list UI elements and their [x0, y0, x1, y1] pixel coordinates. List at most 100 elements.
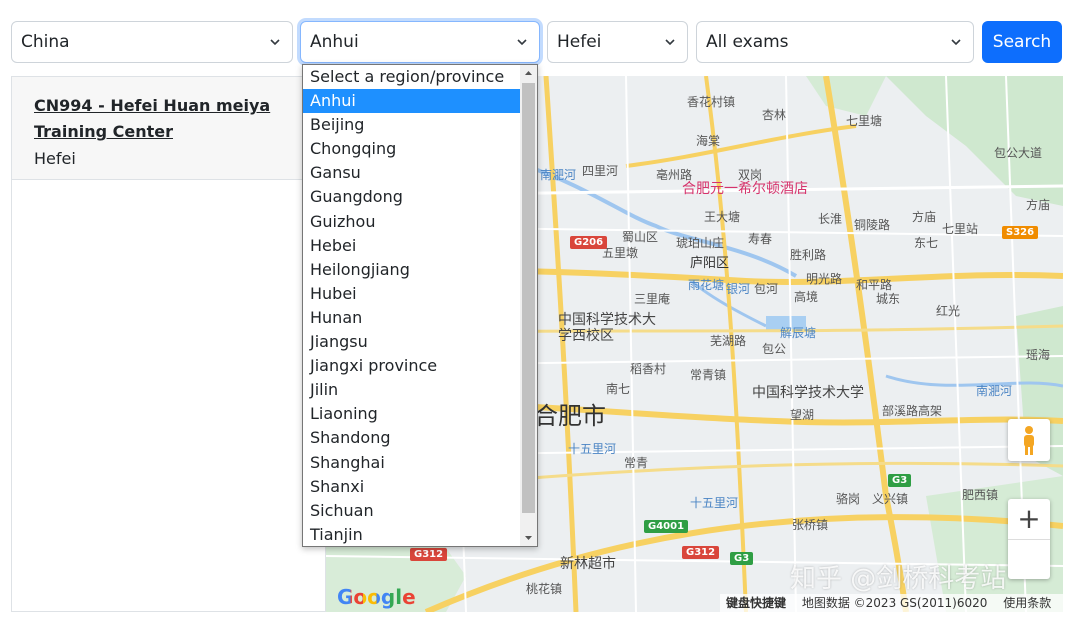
province-option[interactable]: Jilin: [303, 378, 521, 402]
map-place-label: 方庙: [912, 210, 937, 224]
map-place-label: 七里塘: [846, 114, 883, 128]
road-shield: G312: [682, 546, 720, 559]
country-select[interactable]: China: [11, 21, 293, 63]
street-view-pegman[interactable]: [1008, 419, 1050, 461]
province-option[interactable]: Tianjin: [303, 523, 521, 546]
map-place-label: 芜湖路: [710, 334, 747, 348]
scroll-down-icon[interactable]: [524, 533, 533, 542]
zoom-in-button[interactable]: +: [1008, 499, 1050, 539]
map-place-label: 银河: [726, 282, 751, 296]
terms-link[interactable]: 使用条款: [1003, 596, 1051, 610]
province-option[interactable]: Chongqing: [303, 137, 521, 161]
scroll-thumb[interactable]: [522, 83, 535, 513]
map-place-label: 蜀山区: [622, 230, 659, 244]
map-place-label: 庐阳区: [690, 256, 730, 271]
map-place-label: 骆岗: [836, 492, 861, 506]
dropdown-scrollbar[interactable]: [520, 65, 537, 546]
map-place-label: 琥珀山庄: [676, 236, 725, 250]
exam-select[interactable]: All exams: [696, 21, 974, 63]
keyboard-shortcuts-link[interactable]: 键盘快捷键: [726, 596, 786, 610]
map-place-label: 十五里河: [690, 496, 739, 510]
province-option[interactable]: Shanghai: [303, 451, 521, 475]
map-footer: 键盘快捷键 地图数据 ©2023 GS(2011)6020 使用条款: [720, 594, 1063, 612]
poi-ustc-label[interactable]: 中国科学技术大学: [752, 382, 864, 402]
map-place-label: 杏林: [762, 108, 787, 122]
province-dropdown-list[interactable]: Select a region/province Anhui Beijing Chon…: [302, 64, 538, 547]
map-place-label: 东七: [914, 236, 939, 250]
country-select-value: China: [21, 32, 70, 52]
zoom-out-button[interactable]: [1008, 539, 1050, 579]
city-select[interactable]: Hefei: [547, 21, 688, 63]
province-option[interactable]: Liaoning: [303, 402, 521, 426]
poi-ustc-west-label[interactable]: 中国科学技术大学西校区: [558, 312, 668, 344]
map-place-label: 四里河: [582, 164, 619, 178]
province-option[interactable]: Gansu: [303, 161, 521, 185]
province-option[interactable]: Anhui: [303, 89, 521, 114]
province-option[interactable]: Heilongjiang: [303, 258, 521, 282]
province-option[interactable]: Beijing: [303, 113, 521, 137]
map-place-label: 桃花镇: [526, 582, 563, 596]
province-option[interactable]: Sichuan: [303, 499, 521, 523]
road-shield: G312: [410, 548, 448, 561]
province-option[interactable]: Jiangsu: [303, 330, 521, 354]
map-city-label: 合肥市: [534, 402, 606, 430]
map-place-label: 瑶海: [1026, 348, 1051, 362]
poi-supermarket-label[interactable]: 新林超市: [560, 553, 616, 573]
scroll-up-icon[interactable]: [524, 69, 533, 78]
map-place-label: 十五里河: [568, 442, 617, 456]
map-place-label: 三里庵: [634, 292, 671, 306]
map-place-label: 常青镇: [690, 368, 727, 382]
map-place-label: 城东: [876, 292, 901, 306]
province-option[interactable]: Hubei: [303, 282, 521, 306]
province-option[interactable]: Guizhou: [303, 210, 521, 234]
chevron-down-icon: [951, 39, 961, 46]
map-place-label: 南淝河: [540, 168, 577, 182]
map-place-label: 铜陵路: [854, 218, 891, 232]
road-shield: G206: [570, 236, 608, 249]
map-place-label: 高境: [794, 290, 819, 304]
map-place-label: 解辰塘: [780, 326, 817, 340]
map-place-label: 明光路: [806, 272, 843, 286]
search-button[interactable]: Search: [982, 21, 1062, 63]
map-place-label: 南淝河: [976, 384, 1013, 398]
province-options: Select a region/province Anhui Beijing Chon…: [303, 65, 521, 546]
watermark-text: 知乎 @剑桥科考站: [790, 564, 1007, 594]
map-place-label: 包公: [762, 342, 787, 356]
province-select[interactable]: Anhui: [300, 21, 540, 63]
map-place-label: 肥西镇: [962, 488, 999, 502]
map-place-label: 长淮: [818, 212, 843, 226]
map-place-label: 胜利路: [790, 248, 827, 262]
chevron-down-icon: [517, 39, 527, 46]
province-option[interactable]: Shandong: [303, 426, 521, 450]
result-item[interactable]: CN994 - Hefei Huan meiya Training Center…: [12, 77, 325, 180]
road-shield: G3: [730, 552, 754, 565]
map-place-label: 常青: [624, 456, 649, 470]
google-logo: Google: [337, 585, 416, 609]
map-place-label: 张桥镇: [792, 518, 829, 532]
map-place-label: 香花村镇: [687, 95, 736, 109]
road-shield: G4001: [644, 520, 689, 533]
map-place-label: 包河: [754, 282, 779, 296]
province-option[interactable]: Hunan: [303, 306, 521, 330]
province-option-placeholder[interactable]: Select a region/province: [303, 65, 521, 89]
map-place-label: 稻香村: [630, 362, 667, 376]
map-place-label: 七里站: [942, 222, 979, 236]
map-place-label: 五里墩: [602, 246, 639, 260]
map-place-label: 南七: [606, 382, 631, 396]
map-data-attribution: 地图数据 ©2023 GS(2011)6020: [801, 596, 988, 610]
province-option[interactable]: Guangdong: [303, 185, 521, 209]
map-place-label: 方庙: [1026, 198, 1051, 212]
map-place-label: 红光: [936, 304, 961, 318]
province-option[interactable]: Jiangxi province: [303, 354, 521, 378]
map-place-label: 寿春: [748, 232, 773, 246]
road-shield: G3: [888, 474, 912, 487]
result-title-link[interactable]: CN994 - Hefei Huan meiya Training Center: [34, 93, 303, 145]
province-option[interactable]: Hebei: [303, 234, 521, 258]
map-place-label: 亳州路: [656, 168, 693, 182]
map-place-label: 王大塘: [704, 210, 741, 224]
province-option[interactable]: Shanxi: [303, 475, 521, 499]
city-select-value: Hefei: [557, 32, 602, 52]
map-place-label: 雨花塘: [688, 278, 725, 292]
zoom-controls: +: [1008, 499, 1050, 579]
pegman-icon: [1024, 426, 1034, 455]
